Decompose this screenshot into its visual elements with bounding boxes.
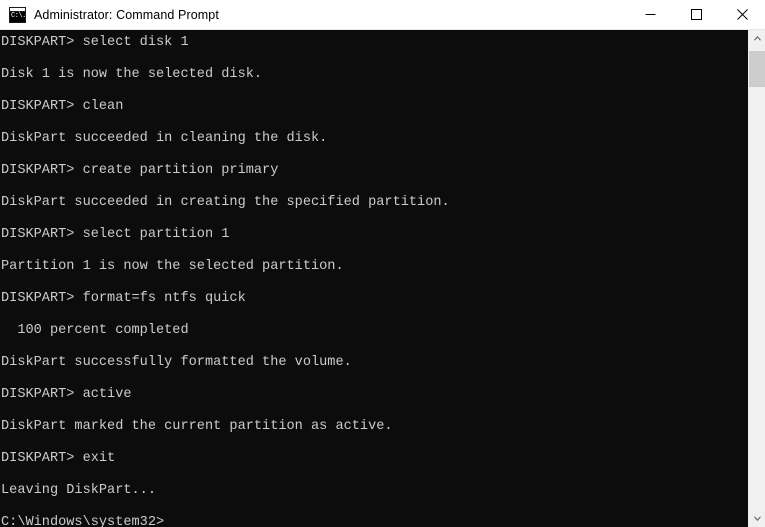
close-icon	[736, 9, 748, 20]
console-line: DISKPART> format=fs ntfs quick	[1, 291, 246, 306]
vertical-scrollbar[interactable]	[748, 30, 765, 527]
chevron-down-icon	[753, 516, 761, 521]
command-prompt-icon: C:\.	[9, 6, 26, 23]
console-line: DiskPart successfully formatted the volu…	[1, 355, 352, 370]
window-title: Administrator: Command Prompt	[34, 7, 219, 22]
maximize-icon	[690, 9, 702, 20]
chevron-up-icon	[753, 36, 761, 41]
console-area: DISKPART> select disk 1 Disk 1 is now th…	[0, 30, 765, 527]
scrollbar-thumb[interactable]	[749, 51, 765, 87]
scrollbar-track[interactable]	[749, 47, 765, 510]
console-line: Disk 1 is now the selected disk.	[1, 67, 263, 82]
maximize-button[interactable]	[673, 0, 719, 29]
console-line: DISKPART> select disk 1	[1, 35, 189, 50]
scroll-down-button[interactable]	[749, 510, 765, 527]
console-line: DiskPart succeeded in creating the speci…	[1, 195, 450, 210]
titlebar[interactable]: C:\. Administrator: Command Prompt	[0, 0, 765, 30]
console-line: DiskPart marked the current partition as…	[1, 419, 393, 434]
caption-buttons	[627, 0, 765, 29]
minimize-button[interactable]	[627, 0, 673, 29]
titlebar-left: C:\. Administrator: Command Prompt	[0, 0, 627, 29]
console-line: DISKPART> create partition primary	[1, 163, 279, 178]
close-button[interactable]	[719, 0, 765, 29]
console-line: DISKPART> exit	[1, 451, 116, 466]
console-line: C:\Windows\system32>	[1, 515, 165, 527]
icon-prompt-glyph: C:\.	[11, 11, 26, 20]
console-line: Leaving DiskPart...	[1, 483, 156, 498]
scroll-up-button[interactable]	[749, 30, 765, 47]
console-line: DiskPart succeeded in cleaning the disk.	[1, 131, 328, 146]
console-line: DISKPART> clean	[1, 99, 124, 114]
console-line: DISKPART> active	[1, 387, 132, 402]
console-output[interactable]: DISKPART> select disk 1 Disk 1 is now th…	[0, 30, 748, 527]
minimize-icon	[645, 14, 655, 15]
console-line: DISKPART> select partition 1	[1, 227, 230, 242]
command-prompt-window: C:\. Administrator: Command Prompt DISKP…	[0, 0, 765, 527]
console-line: Partition 1 is now the selected partitio…	[1, 259, 344, 274]
console-line: 100 percent completed	[1, 323, 189, 338]
